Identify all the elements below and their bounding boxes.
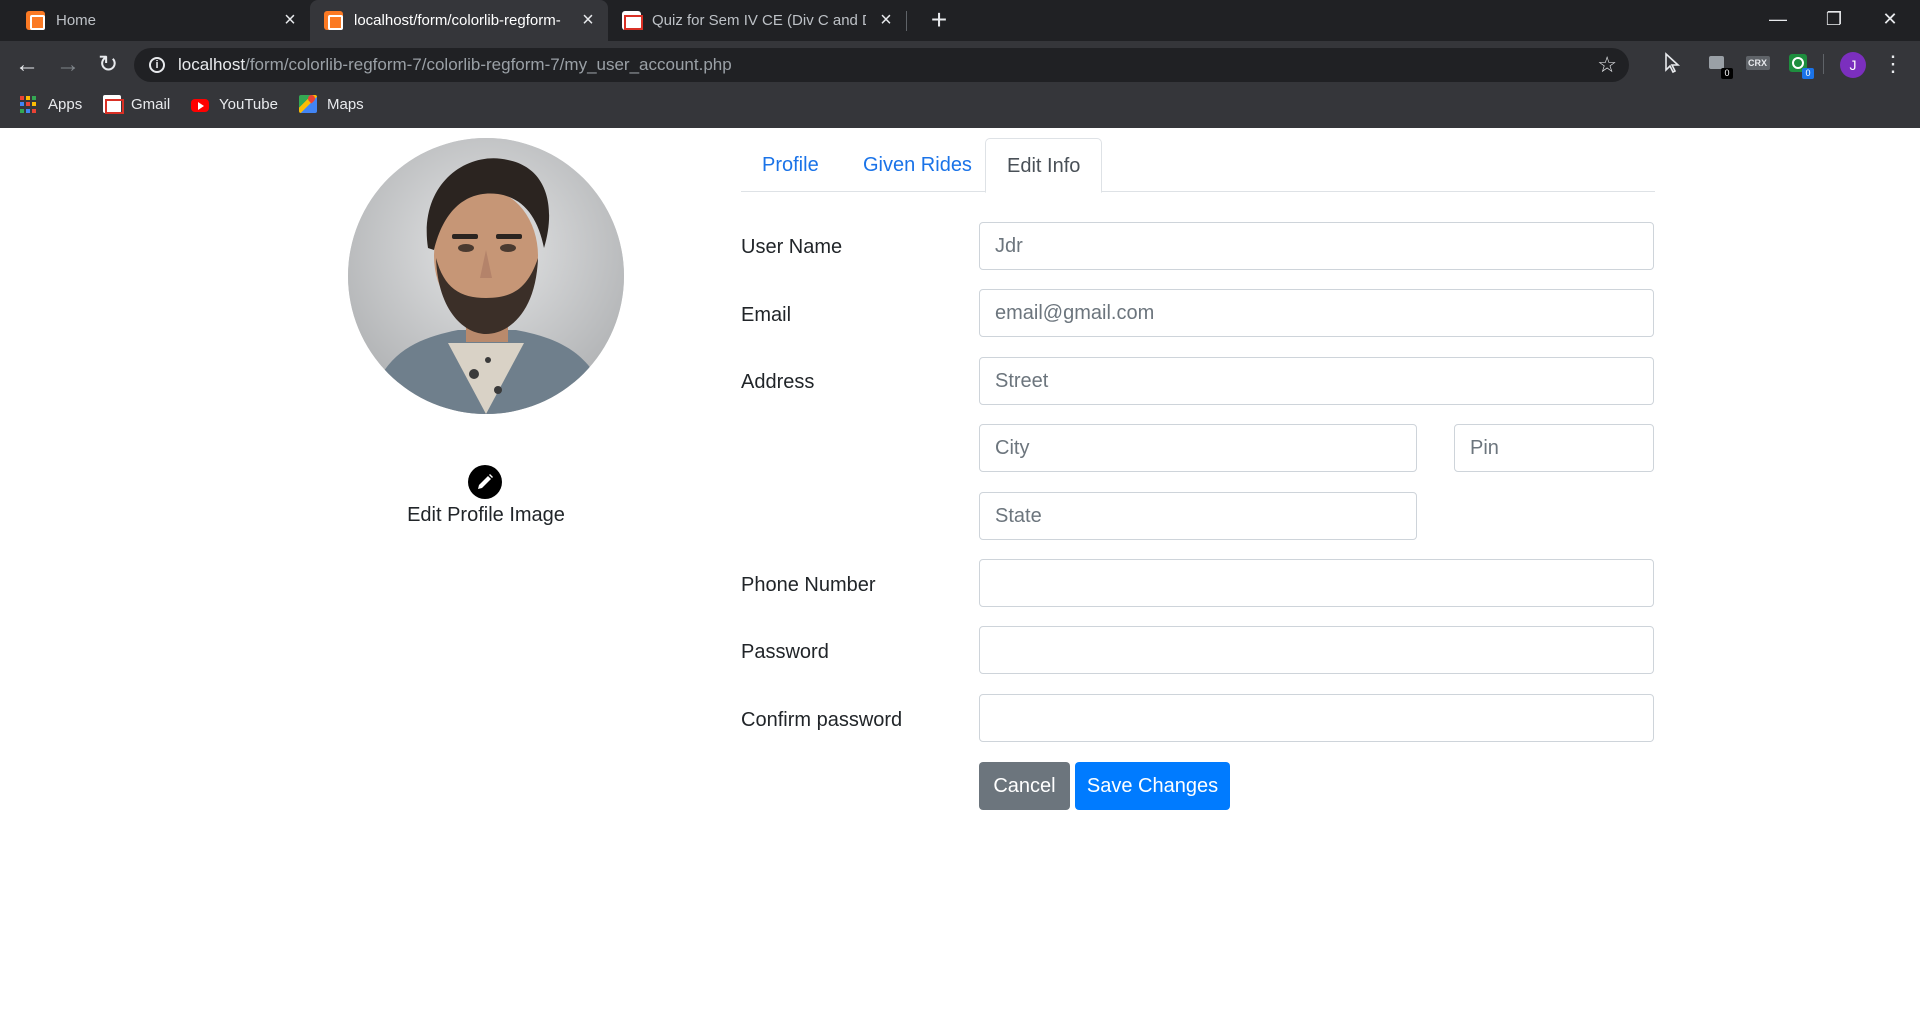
bookmark-star-icon[interactable]: ☆ [1597,52,1617,78]
close-tab-icon[interactable]: × [280,9,300,31]
xampp-icon [26,11,45,30]
password-label: Password [741,641,829,663]
confirm-password-label: Confirm password [741,709,903,731]
address-bar[interactable]: i localhost/form/colorlib-regform-7/colo… [134,48,1629,82]
url-path: /form/colorlib-regform-7/colorlib-regfor… [245,55,732,74]
gmail-icon [622,11,643,30]
page-content: Edit Profile Image Profile Given Rides E… [0,128,1920,1030]
back-icon[interactable]: ← [14,52,40,78]
cancel-button[interactable]: Cancel [979,762,1070,810]
url-host: localhost [178,55,246,74]
user-name-label: User Name [741,236,843,258]
minimize-icon[interactable]: — [1750,0,1806,41]
tab-title: Quiz for Sem IV CE (Div C and D) [652,12,866,29]
browser-tab-quiz[interactable]: Quiz for Sem IV CE (Div C and D) × [608,0,906,41]
browser-chrome: Home × localhost/form/colorlib-regform- … [0,0,1920,128]
tab-profile[interactable]: Profile [741,138,840,192]
edit-profile-image-label: Edit Profile Image [407,504,565,526]
pin-input[interactable] [1454,424,1654,472]
cursor-extension-icon[interactable] [1662,52,1684,74]
reload-icon[interactable]: ↻ [95,52,121,78]
toolbar-separator [1823,54,1824,74]
user-name-input[interactable] [979,222,1654,270]
url-text: localhost/form/colorlib-regform-7/colorl… [178,55,732,75]
confirm-password-input[interactable] [979,694,1654,742]
tab-title: Home [56,12,97,29]
menu-kebab-icon[interactable]: ⋮ [1882,52,1904,78]
site-info-icon[interactable]: i [149,57,165,73]
apps-grid-icon [20,95,38,113]
tab-title: localhost/form/colorlib-regform- [354,12,561,29]
password-input[interactable] [979,626,1654,674]
bookmark-label: YouTube [219,95,278,113]
save-changes-button[interactable]: Save Changes [1075,762,1230,810]
window-close-icon[interactable]: ✕ [1862,0,1918,41]
bookmark-label: Maps [327,95,364,113]
screen-capture-extension-icon[interactable]: 0 [1787,52,1814,79]
browser-tab-home[interactable]: Home × [12,0,304,41]
profile-avatar[interactable]: J [1840,52,1866,78]
phone-number-label: Phone Number [741,574,876,596]
edit-profile-image-button[interactable] [468,465,502,499]
city-input[interactable] [979,424,1417,472]
close-tab-icon[interactable]: × [876,9,896,31]
tab-separator [906,11,907,31]
account-nav-tabs: Profile Given Rides Edit Info [741,138,1655,193]
youtube-icon [191,98,209,112]
tab-given-rides[interactable]: Given Rides [842,138,993,192]
bookmark-gmail[interactable]: Gmail [103,93,170,115]
new-tab-icon[interactable]: + [925,6,953,35]
bookmark-label: Gmail [131,95,171,113]
phone-number-input[interactable] [979,559,1654,607]
email-label: Email [741,304,792,326]
crx-label: CRX [1748,58,1768,68]
extension-badge: 0 [1721,68,1733,79]
extension-badge: 0 [1802,68,1814,79]
tab-strip: Home × localhost/form/colorlib-regform- … [0,0,1920,41]
bookmark-maps[interactable]: Maps [299,93,364,115]
forward-icon[interactable]: → [55,52,81,78]
browser-tab-regform[interactable]: localhost/form/colorlib-regform- × [310,0,608,41]
restore-icon[interactable]: ❐ [1806,0,1862,41]
bookmark-label: Apps [48,95,83,113]
address-label: Address [741,371,815,393]
profile-image [348,138,624,414]
gmail-icon [103,95,124,114]
street-input[interactable] [979,357,1654,405]
close-tab-icon[interactable]: × [578,9,598,31]
bookmark-youtube[interactable]: YouTube [191,93,278,115]
xampp-icon [324,11,343,30]
maps-icon [299,95,317,113]
bookmark-apps[interactable]: Apps [20,93,82,115]
tab-counter-extension-icon[interactable]: 0 [1706,52,1733,79]
state-input[interactable] [979,492,1417,540]
crx-extension-icon[interactable]: CRX [1745,52,1771,74]
tab-edit-info[interactable]: Edit Info [985,138,1103,193]
email-input[interactable] [979,289,1654,337]
pencil-icon [478,474,493,489]
